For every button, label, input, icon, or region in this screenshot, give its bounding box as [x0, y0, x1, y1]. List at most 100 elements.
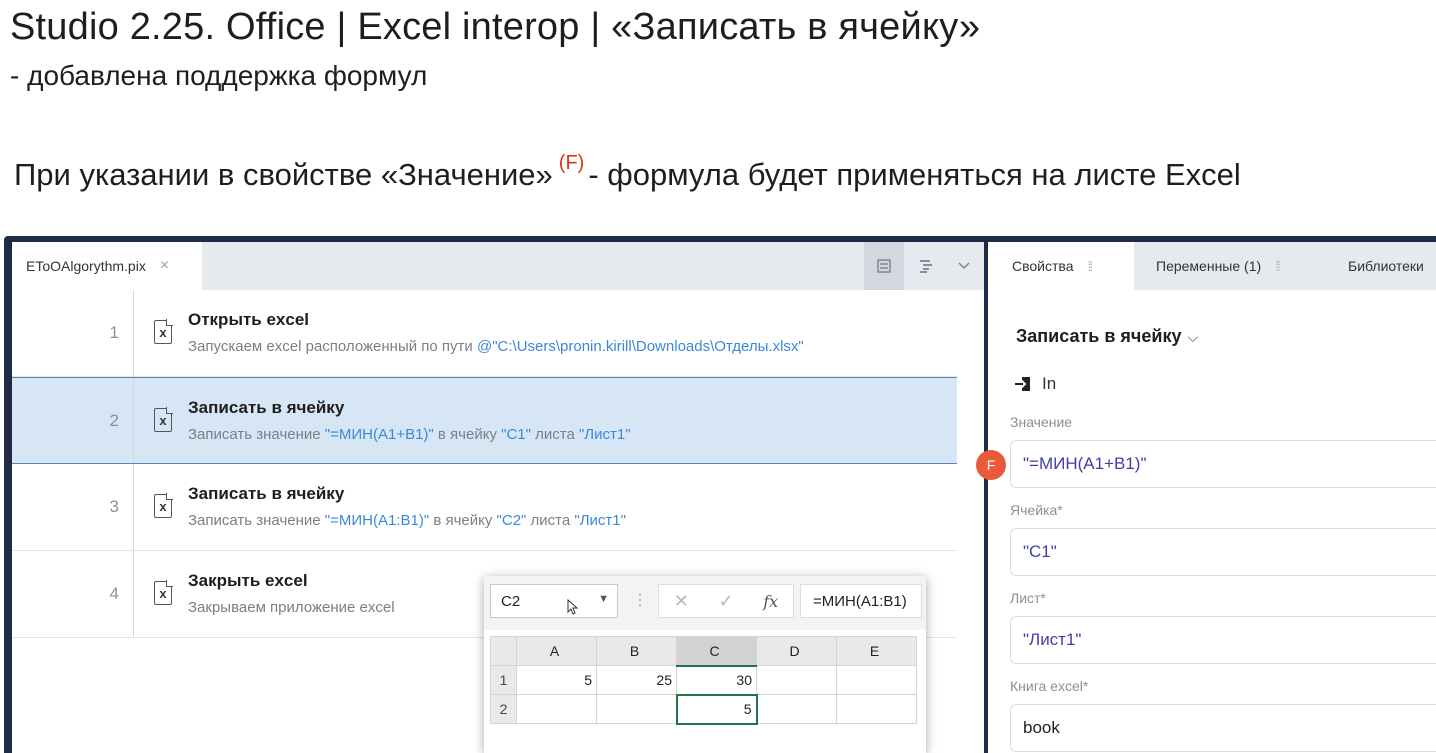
- cell[interactable]: [836, 665, 917, 695]
- value-input[interactable]: "=МИН(A1+B1)": [1010, 440, 1436, 488]
- formula-input[interactable]: =МИН(A1:B1): [800, 584, 922, 618]
- mouse-cursor-icon: [567, 598, 579, 619]
- cell-label: Ячейка*: [1010, 502, 1063, 518]
- desc-text: в ячейку: [429, 512, 497, 529]
- step-row[interactable]: 1 x Открыть excel Запускаем excel расположе…: [12, 290, 957, 377]
- step-number: 2: [12, 378, 134, 463]
- step-number: 1: [12, 290, 134, 376]
- step-number: 4: [12, 551, 134, 637]
- desc-text: листа: [526, 512, 575, 529]
- desc-highlight: "C2": [496, 512, 527, 529]
- desc-text: в ячейку: [433, 426, 502, 443]
- panel-tabbar: Свойства ⁞⁞ Переменные (1) ⁞⁞ Библиотеки: [988, 242, 1436, 290]
- desc-text-before: При указании в свойстве «Значение»: [14, 157, 553, 192]
- cell[interactable]: 5: [516, 665, 597, 695]
- active-cell[interactable]: 5: [675, 693, 758, 725]
- formula-bar-separator: ⋮: [632, 592, 648, 609]
- step-row[interactable]: 3 x Записать в ячейку Записать значение "=М…: [12, 464, 957, 551]
- cancel-icon[interactable]: ✕: [674, 591, 689, 612]
- outline-view-icon[interactable]: [906, 242, 946, 290]
- slide-subtitle: - добавлена поддержка формул: [10, 60, 428, 91]
- slide-title: Studio 2.25. Office | Excel interop | «З…: [10, 6, 981, 48]
- value-label: Значение: [1010, 414, 1073, 430]
- chevron-down-icon[interactable]: ⌵: [1187, 329, 1198, 345]
- step-row[interactable]: 2 x Записать в ячейку Записать значение "=М…: [12, 377, 957, 464]
- workbook-label: Книга excel*: [1010, 678, 1089, 694]
- desc-highlight: @"C:\Users\pronin.kirill\Downloads\Отдел…: [476, 338, 804, 355]
- desc-highlight: "=МИН(A1:B1)": [324, 512, 430, 529]
- formula-badge[interactable]: F: [976, 450, 1006, 480]
- desc-text: Записать значение: [188, 426, 325, 443]
- input-arrow-icon: [1014, 375, 1032, 393]
- desc-text: Запускаем excel расположенный по пути: [188, 338, 477, 355]
- step-number: 3: [12, 464, 134, 550]
- desc-text: Закрываем приложение excel: [188, 599, 395, 616]
- step-title: Закрыть excel: [188, 571, 308, 590]
- column-header[interactable]: B: [596, 636, 677, 666]
- step-title: Записать в ячейку: [188, 484, 345, 503]
- file-tab-label: EToOAlgorythm.pix: [26, 258, 146, 274]
- insert-function-icon[interactable]: fx: [763, 592, 778, 611]
- desc-text: Записать значение: [188, 512, 325, 529]
- tab-libraries[interactable]: Библиотеки: [1348, 242, 1424, 290]
- confirm-icon[interactable]: ✓: [719, 591, 734, 612]
- chevron-down-icon[interactable]: [944, 242, 984, 290]
- cell[interactable]: [516, 694, 597, 724]
- excel-file-icon: x: [154, 407, 173, 432]
- in-section[interactable]: In: [1014, 374, 1056, 394]
- desc-text: листа: [530, 426, 579, 443]
- formula-marker: (F): [558, 152, 585, 174]
- cell[interactable]: 30: [676, 665, 757, 695]
- tab-properties[interactable]: Свойства ⁞⁞: [988, 242, 1134, 290]
- row-header[interactable]: 1: [490, 665, 517, 695]
- step-description: Закрываем приложение excel: [188, 599, 395, 616]
- tab-properties-label: Свойства: [1012, 258, 1074, 274]
- column-header[interactable]: D: [756, 636, 837, 666]
- drag-grip-icon[interactable]: ⁞⁞: [1087, 258, 1093, 274]
- step-description: Записать значение "=МИН(A1+B1)" в ячейку…: [188, 426, 631, 443]
- tab-variables[interactable]: Переменные (1) ⁞⁞: [1156, 242, 1281, 290]
- properties-panel: Свойства ⁞⁞ Переменные (1) ⁞⁞ Библиотеки З…: [988, 242, 1436, 753]
- cell-input[interactable]: "C1": [1010, 528, 1436, 576]
- drag-grip-icon[interactable]: ⁞⁞: [1275, 258, 1281, 274]
- cell[interactable]: [756, 694, 837, 724]
- excel-file-icon: x: [154, 580, 173, 605]
- tab-variables-label: Переменные (1): [1156, 258, 1262, 274]
- step-description: Записать значение "=МИН(A1:B1)" в ячейку…: [188, 512, 626, 529]
- column-header[interactable]: C: [676, 636, 757, 667]
- select-all-corner[interactable]: [490, 636, 517, 666]
- excel-file-icon: x: [154, 493, 173, 518]
- activity-title[interactable]: Записать в ячейку ⌵: [1016, 326, 1198, 347]
- file-tab[interactable]: EToOAlgorythm.pix ×: [12, 242, 202, 290]
- editor-tabbar: EToOAlgorythm.pix ×: [12, 242, 984, 290]
- name-box[interactable]: C2 ▼: [490, 584, 618, 618]
- step-title: Записать в ячейку: [188, 398, 345, 417]
- formula-bar: C2 ▼ ⋮ ✕ ✓ fx =МИН(A1:B1): [484, 576, 926, 630]
- activity-title-label: Записать в ячейку: [1016, 326, 1182, 346]
- step-description: Запускаем excel расположенный по пути @"…: [188, 338, 804, 355]
- column-header[interactable]: E: [836, 636, 917, 666]
- desc-text-after: - формула будет применяться на листе Exc…: [588, 157, 1241, 192]
- desc-highlight: "Лист1": [574, 512, 626, 529]
- sheet-label: Лист*: [1010, 590, 1046, 606]
- excel-file-icon: x: [154, 319, 173, 344]
- sheet-input[interactable]: "Лист1": [1010, 616, 1436, 664]
- formula-buttons: ✕ ✓ fx: [658, 584, 794, 618]
- column-header[interactable]: A: [516, 636, 597, 666]
- tab-libraries-label: Библиотеки: [1348, 258, 1424, 274]
- name-box-value: C2: [501, 592, 521, 610]
- row-header[interactable]: 2: [490, 694, 517, 724]
- desc-highlight: "Лист1": [578, 426, 631, 443]
- slide-description: При указании в свойстве «Значение» (F) - ф…: [14, 152, 1241, 193]
- close-tab-icon[interactable]: ×: [160, 257, 169, 275]
- cell[interactable]: [836, 694, 917, 724]
- cell[interactable]: [596, 694, 677, 724]
- list-view-icon[interactable]: [864, 242, 904, 290]
- cell[interactable]: 25: [596, 665, 677, 695]
- step-title: Открыть excel: [188, 310, 310, 329]
- desc-highlight: "=МИН(A1+B1)": [324, 426, 434, 443]
- cell[interactable]: [756, 665, 837, 695]
- dropdown-arrow-icon[interactable]: ▼: [598, 593, 609, 605]
- excel-snippet: C2 ▼ ⋮ ✕ ✓ fx =МИН(A1:B1) A B C D E 1 5 …: [484, 576, 926, 753]
- workbook-input[interactable]: book: [1010, 704, 1436, 752]
